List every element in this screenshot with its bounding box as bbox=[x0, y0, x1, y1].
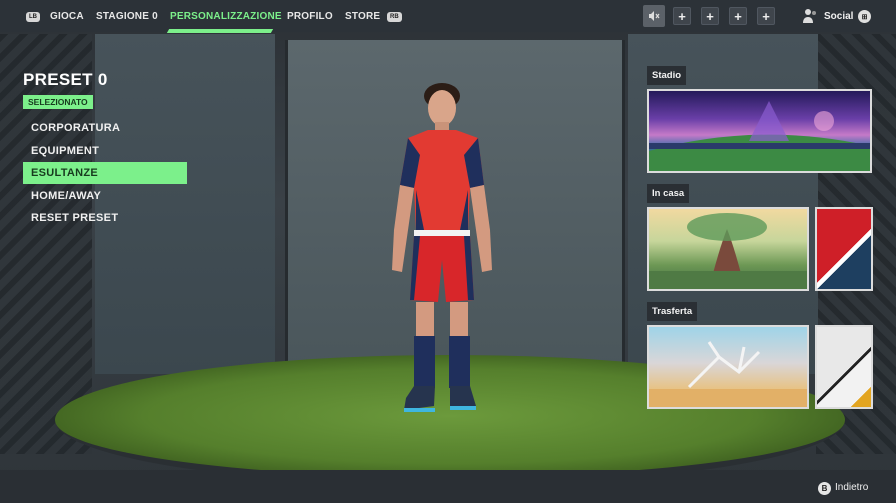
b-button-hint: B bbox=[818, 482, 831, 495]
social-key-hint: ⊞ bbox=[858, 10, 871, 23]
stadium-section-label: Stadio bbox=[647, 66, 687, 85]
home-section-label: In casa bbox=[647, 184, 690, 203]
away-kit-card[interactable] bbox=[815, 325, 873, 409]
speaker-muted-icon bbox=[649, 11, 660, 21]
home-kit-card[interactable] bbox=[815, 207, 873, 291]
nav-tab-profilo[interactable]: PROFILO bbox=[287, 11, 333, 22]
stadium-card[interactable] bbox=[647, 89, 872, 173]
menu-item-home-away[interactable]: HOME/AWAY bbox=[23, 185, 187, 207]
party-slot-2-button[interactable]: + bbox=[701, 7, 719, 25]
plus-icon: + bbox=[762, 8, 770, 24]
rb-button-hint: RB bbox=[387, 12, 402, 22]
menu-item-reset-preset[interactable]: RESET PRESET bbox=[23, 207, 187, 229]
right-backdrop-panel bbox=[628, 34, 818, 374]
selected-badge: SELEZIONATO bbox=[23, 95, 93, 109]
menu-item-equipment[interactable]: EQUIPMENT bbox=[23, 140, 187, 162]
home-stadium-card[interactable] bbox=[647, 207, 809, 291]
floor bbox=[0, 470, 896, 503]
stadium-illustration bbox=[649, 101, 870, 171]
away-stadium-card[interactable] bbox=[647, 325, 809, 409]
party-slot-1-button[interactable]: + bbox=[673, 7, 691, 25]
menu-item-corporatura[interactable]: CORPORATURA bbox=[23, 117, 187, 139]
home-stadium-illustration bbox=[649, 213, 807, 289]
lb-button-hint: LB bbox=[26, 12, 40, 22]
mute-button[interactable] bbox=[643, 5, 665, 27]
social-people-icon bbox=[803, 9, 816, 23]
party-slot-4-button[interactable]: + bbox=[757, 7, 775, 25]
nav-tab-stagione[interactable]: STAGIONE 0 bbox=[96, 11, 158, 22]
party-slot-3-button[interactable]: + bbox=[729, 7, 747, 25]
active-tab-indicator bbox=[166, 29, 274, 33]
player-avatar bbox=[392, 83, 492, 412]
top-nav-bar: LB GIOCA STAGIONE 0 PERSONALIZZAZIONE PR… bbox=[0, 0, 896, 33]
menu-item-esultanze[interactable]: ESULTANZE bbox=[23, 162, 187, 184]
plus-icon: + bbox=[678, 8, 686, 24]
nav-tab-gioca[interactable]: GIOCA bbox=[50, 11, 84, 22]
plus-icon: + bbox=[706, 8, 714, 24]
back-button[interactable]: Indietro bbox=[835, 482, 868, 493]
nav-tab-store[interactable]: STORE bbox=[345, 11, 380, 22]
social-label[interactable]: Social bbox=[824, 11, 853, 22]
plus-icon: + bbox=[734, 8, 742, 24]
preset-title: PRESET 0 bbox=[23, 70, 108, 89]
nav-tab-personalizzazione[interactable]: PERSONALIZZAZIONE bbox=[170, 11, 282, 22]
away-stadium-illustration bbox=[649, 341, 807, 407]
away-section-label: Trasferta bbox=[647, 302, 698, 321]
